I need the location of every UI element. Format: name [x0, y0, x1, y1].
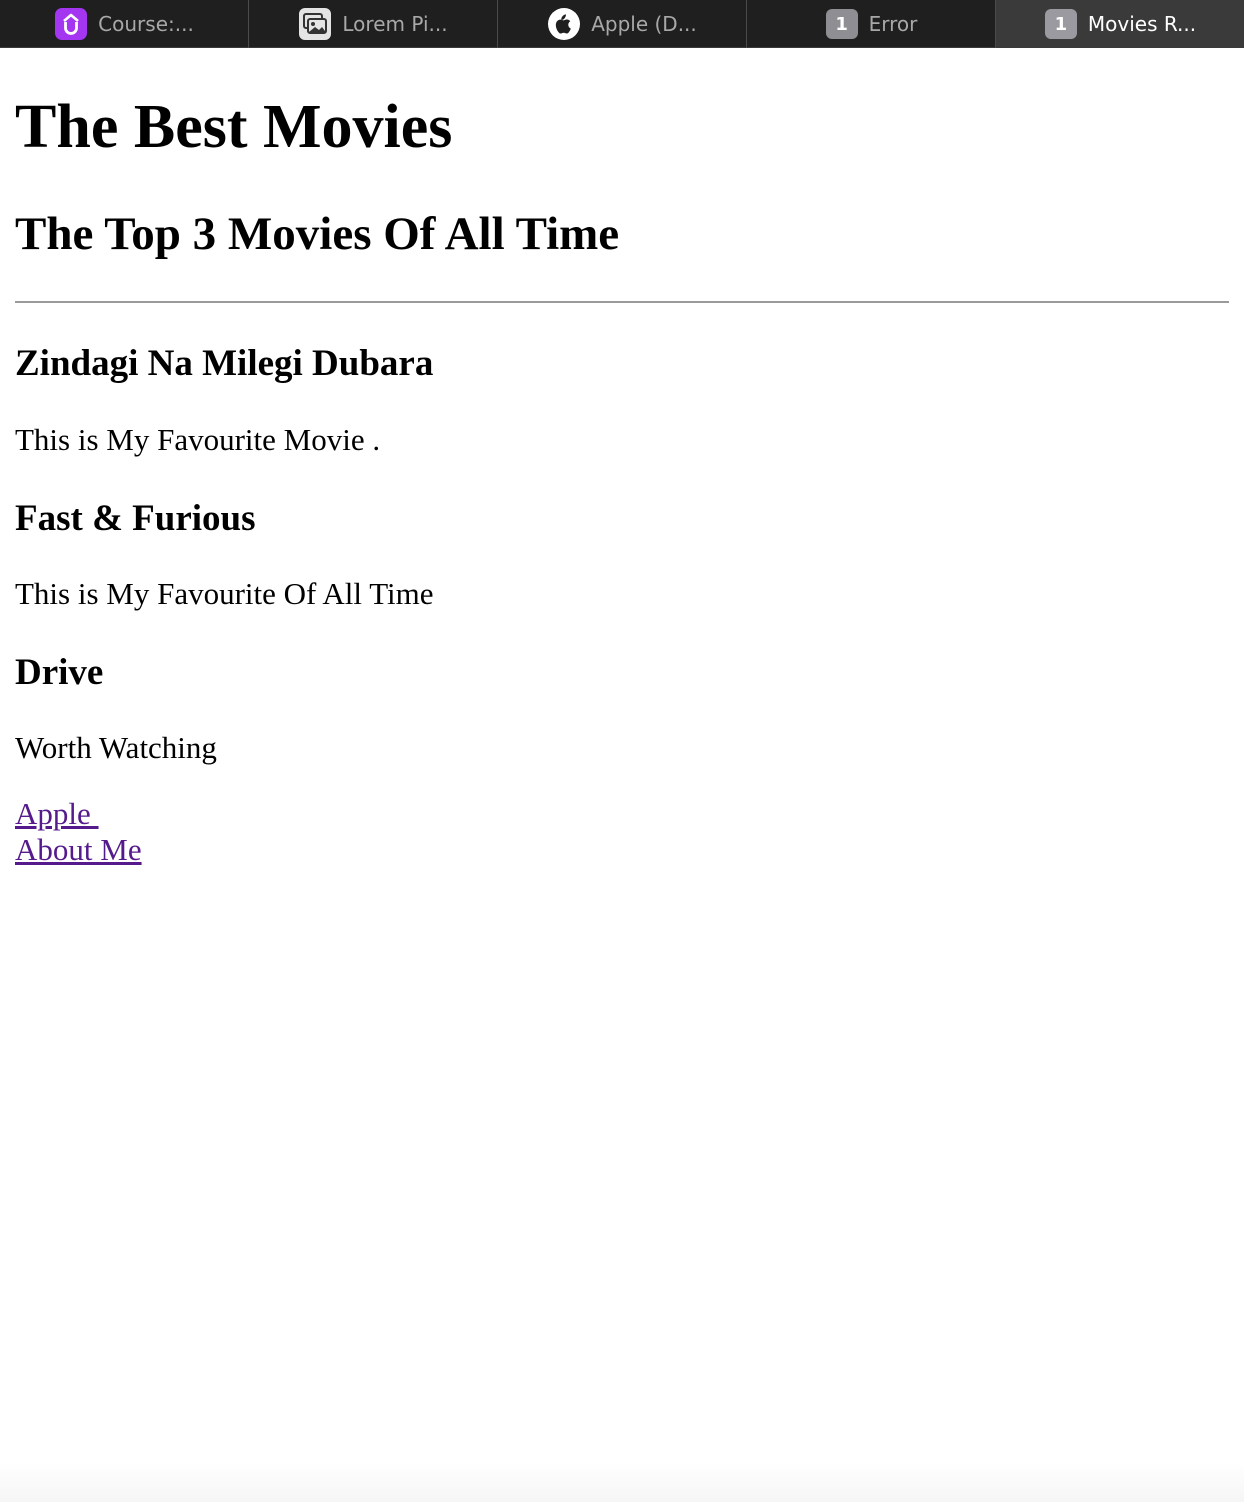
page-subtitle: The Top 3 Movies Of All Time — [15, 208, 620, 261]
tab-badge: 1 — [825, 9, 858, 39]
image-gallery-icon — [298, 7, 332, 41]
tab-title: Lorem Pi... — [342, 12, 448, 36]
tab-lorem-picsum[interactable]: Lorem Pi... — [249, 0, 498, 48]
movie-description: Worth Watching — [15, 730, 217, 766]
movie-title: Zindagi Na Milegi Dubara — [15, 343, 434, 385]
number-badge-icon: 1 — [825, 7, 859, 41]
bottom-shadow — [0, 1462, 1244, 1502]
apple-logo-icon — [547, 7, 581, 41]
apple-link[interactable]: Apple — [15, 796, 99, 832]
tab-title: Course:... — [98, 12, 194, 36]
tab-error[interactable]: 1 Error — [747, 0, 996, 48]
link-list: Apple About Me — [15, 796, 1229, 868]
divider — [15, 301, 1229, 304]
tab-apple[interactable]: Apple (D... — [498, 0, 747, 48]
movie-description: This is My Favourite Of All Time — [15, 576, 434, 612]
movie-description: This is My Favourite Movie . — [15, 421, 381, 457]
udemy-logo-icon — [54, 7, 88, 41]
tab-movies-active[interactable]: 1 Movies R... — [996, 0, 1244, 48]
movie-title: Drive — [15, 651, 104, 693]
tab-title: Error — [868, 12, 918, 36]
tab-badge: 1 — [1044, 9, 1077, 39]
page-title: The Best Movies — [15, 93, 453, 161]
page-content: The Best Movies The Top 3 Movies Of All … — [15, 48, 1229, 868]
number-badge-icon: 1 — [1044, 7, 1078, 41]
tab-title: Movies R... — [1087, 12, 1197, 36]
browser-tab-bar: Course:... Lorem Pi... Apple (D... 1 Err… — [0, 0, 1244, 48]
tab-course[interactable]: Course:... — [0, 0, 249, 48]
about-me-link[interactable]: About Me — [15, 832, 142, 868]
tab-title: Apple (D... — [591, 12, 697, 36]
movie-title: Fast & Furious — [15, 497, 256, 539]
